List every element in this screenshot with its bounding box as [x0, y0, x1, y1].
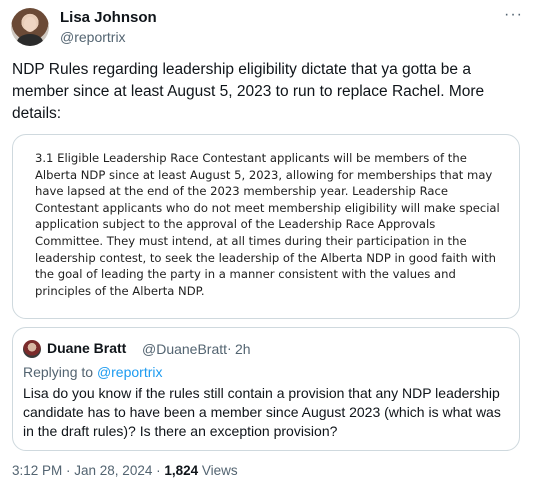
quoted-time: 2h [235, 341, 251, 357]
quoted-separator: · [227, 340, 232, 356]
tweet-meta: 3:12 PM · Jan 28, 2024 · 1,824 Views [12, 463, 238, 478]
quoted-author-handle: @DuaneBratt [142, 341, 228, 357]
views-count: 1,824 [164, 463, 202, 478]
more-options-icon[interactable]: ··· [504, 6, 523, 24]
tweet-text: NDP Rules regarding leadership eligibili… [12, 61, 485, 122]
avatar-body [17, 34, 43, 46]
avatar-face [24, 17, 36, 32]
quoted-tweet[interactable]: Duane Bratt @DuaneBratt · 2h Replying to… [12, 327, 520, 451]
views-label: Views [201, 463, 238, 478]
quoted-author-name: Duane Bratt [47, 340, 127, 356]
author-handle[interactable]: @reportrix [60, 29, 126, 45]
replying-to-line: Replying to @reportrix [23, 364, 163, 380]
replying-to-link[interactable]: @reportrix [97, 364, 163, 380]
author-name[interactable]: Lisa Johnson [60, 9, 157, 26]
replying-to-prefix: Replying to [23, 364, 97, 380]
quoted-author-avatar [23, 340, 41, 358]
tweet-timestamp[interactable]: 3:12 PM · Jan 28, 2024 · [12, 463, 164, 478]
attached-image-text: 3.1 Eligible Leadership Race Contestant … [35, 151, 500, 298]
attached-image[interactable]: 3.1 Eligible Leadership Race Contestant … [12, 134, 520, 319]
author-avatar[interactable] [11, 8, 49, 46]
quoted-tweet-text: Lisa do you know if the rules still cont… [23, 385, 501, 439]
